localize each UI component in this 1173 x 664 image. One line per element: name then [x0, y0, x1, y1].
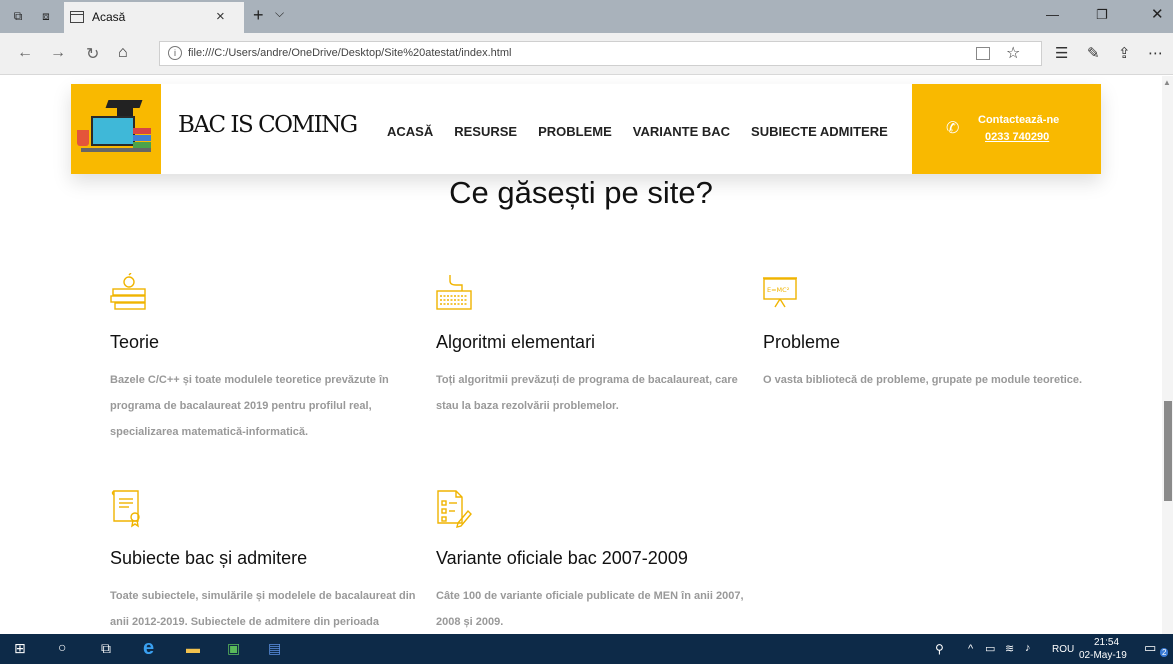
svg-text:E=MC²: E=MC²	[767, 286, 790, 294]
minimize-icon[interactable]: —	[1046, 7, 1059, 22]
laptop-icon	[91, 116, 135, 146]
reading-view-icon[interactable]	[976, 47, 990, 60]
info-icon[interactable]: i	[168, 46, 182, 60]
scrollbar-thumb[interactable]	[1164, 401, 1172, 501]
volume-icon[interactable]: ♪	[1025, 642, 1031, 654]
windows-taskbar: ⊞ ○ ⧉ e ▬ ▣ ▤ ⚲ ^ ▭ ≋ ♪ ROU 21:54 02-May…	[0, 634, 1173, 664]
more-icon[interactable]: ⋯	[1148, 44, 1163, 62]
nav-probleme[interactable]: PROBLEME	[538, 124, 612, 139]
feature-title: Variante oficiale bac 2007-2009	[436, 548, 688, 568]
battery-icon[interactable]: ▭	[985, 642, 995, 655]
nav-resurse[interactable]: RESURSE	[454, 124, 517, 139]
file-explorer-icon[interactable]: ▬	[186, 640, 200, 656]
feature-desc: Câte 100 de variante oficiale publicate …	[436, 590, 744, 628]
notification-badge: 2	[1160, 648, 1169, 657]
address-field[interactable]: i file:///C:/Users/andre/OneDrive/Deskto…	[159, 41, 1042, 66]
restore-icon[interactable]: ❐	[1096, 7, 1108, 23]
search-icon[interactable]: ○	[58, 639, 66, 655]
tab-preview-icon[interactable]: ⧈	[38, 8, 54, 24]
home-icon[interactable]: ⌂	[118, 44, 128, 62]
task-view-icon[interactable]: ⧉	[101, 640, 111, 657]
feature-desc: O vasta bibliotecă de probleme, grupate …	[763, 374, 1083, 386]
presentation-board-icon: E=MC²	[763, 277, 797, 308]
contact-box[interactable]: ✆ Contactează-ne 0233 740290	[912, 84, 1101, 174]
close-tab-icon[interactable]: ×	[216, 8, 225, 25]
page-scrollbar[interactable]: ▲	[1162, 76, 1173, 634]
share-icon[interactable]: ⇪	[1118, 44, 1131, 62]
page-viewport: BAC IS COMING ACASĂ RESURSE PROBLEME VAR…	[0, 76, 1173, 634]
people-icon[interactable]: ⚲	[935, 642, 944, 656]
feature-title: Probleme	[763, 332, 841, 352]
close-window-icon[interactable]: ✕	[1151, 5, 1164, 23]
address-toolbar: ← → ↻ ⌂ i file:///C:/Users/andre/OneDriv…	[0, 33, 1173, 75]
feature-desc: Toate subiectele, simulările și modelele…	[110, 590, 416, 628]
nav-subiecte-admitere[interactable]: SUBIECTE ADMITERE	[751, 124, 888, 139]
refresh-icon[interactable]: ↻	[86, 44, 99, 64]
wifi-icon[interactable]: ≋	[1005, 642, 1014, 655]
pen-icon[interactable]: ✎	[1087, 44, 1100, 62]
tray-chevron-up-icon[interactable]: ^	[968, 643, 973, 655]
clock-time[interactable]: 21:54	[1094, 637, 1119, 648]
main-nav: ACASĂ RESURSE PROBLEME VARIANTE BAC SUBI…	[387, 124, 909, 139]
feature-desc: Bazele C/C++ și toate modulele teoretice…	[110, 374, 389, 438]
clock-date[interactable]: 02-May-19	[1079, 650, 1127, 661]
site-logo[interactable]	[71, 84, 161, 174]
tab-set-aside-icon[interactable]: ⧉	[10, 8, 26, 24]
section-title: Ce găsești pe site?	[449, 175, 713, 210]
url-text: file:///C:/Users/andre/OneDrive/Desktop/…	[188, 47, 512, 59]
tab-title: Acasă	[92, 10, 126, 24]
language-indicator[interactable]: ROU	[1052, 644, 1074, 655]
browser-tab-bar: ⧉ ⧈ Acasă × + ⌵ — ❐ ✕	[0, 0, 1173, 33]
phone-icon: ✆	[946, 120, 960, 137]
feature-desc: Toți algoritmii prevăzuți de programa de…	[436, 374, 738, 412]
contact-label[interactable]: Contactează-ne	[978, 114, 1059, 126]
edge-icon[interactable]: e	[143, 637, 154, 660]
chevron-down-icon[interactable]: ⌵	[275, 6, 284, 21]
feature-title: Teorie	[110, 332, 160, 352]
browser-tab[interactable]: Acasă ×	[64, 2, 244, 33]
favorites-list-icon[interactable]: ☰	[1055, 44, 1068, 62]
contact-phone-link[interactable]: 0233 740290	[985, 131, 1049, 143]
new-tab-icon[interactable]: +	[253, 5, 264, 26]
nav-variante-bac[interactable]: VARIANTE BAC	[633, 124, 730, 139]
checklist-icon	[437, 490, 472, 528]
feature-title: Subiecte bac și admitere	[110, 548, 308, 568]
page-icon	[70, 11, 84, 23]
feature-title: Algoritmi elementari	[436, 332, 596, 352]
action-center-icon[interactable]: ▭	[1144, 640, 1156, 656]
certificate-icon	[111, 490, 140, 528]
site-header: BAC IS COMING ACASĂ RESURSE PROBLEME VAR…	[71, 84, 1101, 174]
back-icon[interactable]: ←	[17, 44, 33, 62]
favorite-star-icon[interactable]: ☆	[1006, 43, 1020, 63]
keyboard-icon	[436, 275, 472, 310]
forward-icon[interactable]: →	[50, 44, 66, 62]
site-brand[interactable]: BAC IS COMING	[178, 112, 358, 138]
mug-icon	[77, 130, 89, 146]
books-apple-icon	[110, 273, 146, 310]
windows-start-icon[interactable]: ⊞	[14, 640, 26, 657]
notepad-icon[interactable]: ▣	[227, 640, 240, 657]
scroll-up-icon[interactable]: ▲	[1163, 78, 1171, 87]
nav-acasa[interactable]: ACASĂ	[387, 124, 433, 139]
word-icon[interactable]: ▤	[268, 640, 281, 657]
